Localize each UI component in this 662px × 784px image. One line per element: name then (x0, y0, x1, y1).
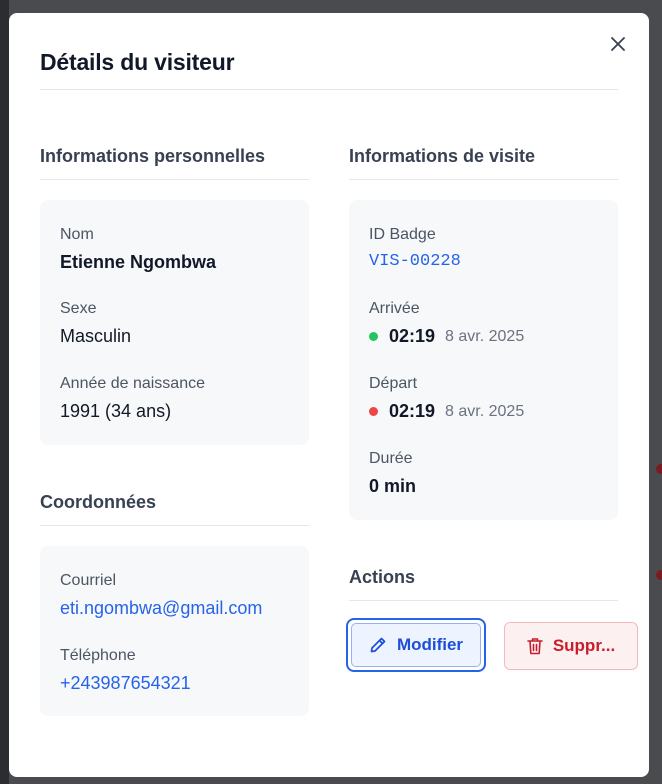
birth-year-label: Année de naissance (60, 375, 205, 392)
visitor-details-dialog: Détails du visiteur Informations personn… (9, 13, 649, 777)
pencil-icon (369, 636, 387, 654)
badge-value: VIS-00228 (369, 252, 461, 271)
visit-section-divider (349, 179, 618, 180)
name-value: Etienne Ngombwa (60, 252, 217, 272)
actions-section-title: Actions (349, 567, 416, 587)
sex-value: Masculin (60, 326, 132, 346)
backdrop-status-dot (656, 464, 662, 474)
departure-label: Départ (369, 375, 418, 392)
trash-icon (527, 637, 543, 655)
arrival-label: Arrivée (369, 300, 420, 317)
edit-button[interactable]: Modifier (346, 618, 486, 672)
edit-button-body[interactable]: Modifier (351, 623, 481, 667)
departure-time: 02:19 (389, 401, 436, 421)
personal-section-divider (40, 179, 309, 180)
email-label: Courriel (60, 572, 117, 589)
personal-section-title: Informations personnelles (40, 146, 266, 166)
edit-button-label: Modifier (396, 635, 464, 654)
badge-label: ID Badge (369, 226, 436, 243)
arrival-status-dot (369, 332, 378, 341)
arrival-time: 02:19 (389, 326, 436, 346)
arrival-date: 8 avr. 2025 (445, 327, 525, 345)
backdrop-edge-left (0, 0, 9, 784)
dialog-title: Détails du visiteur (40, 49, 235, 75)
delete-button[interactable]: Suppr... (504, 622, 638, 670)
phone-label: Téléphone (60, 647, 136, 664)
phone-link[interactable]: +243987654321 (60, 673, 191, 694)
contact-card: Courriel eti.ngombwa@gmail.com Téléphone… (40, 546, 309, 716)
delete-button-label: Suppr... (552, 636, 616, 655)
backdrop-status-dot (656, 570, 662, 580)
birth-year-value: 1991 (34 ans) (60, 401, 172, 421)
duration-value: 0 min (369, 476, 417, 496)
contact-section-title: Coordonnées (40, 492, 157, 512)
actions-section-divider (349, 600, 618, 601)
visit-section-title: Informations de visite (349, 146, 536, 166)
title-divider (40, 89, 618, 90)
duration-label: Durée (369, 450, 413, 467)
departure-date: 8 avr. 2025 (445, 402, 525, 420)
email-link[interactable]: eti.ngombwa@gmail.com (60, 598, 262, 619)
visit-info-card: ID Badge VIS-00228 Arrivée 02:19 8 avr. … (349, 200, 618, 520)
departure-status-dot (369, 407, 378, 416)
close-button[interactable] (609, 35, 627, 53)
personal-info-card: Nom Etienne Ngombwa Sexe Masculin Année … (40, 200, 309, 445)
contact-section-divider (40, 525, 309, 526)
arrival-row: 02:19 8 avr. 2025 (369, 326, 524, 347)
sex-label: Sexe (60, 300, 97, 317)
name-label: Nom (60, 226, 94, 243)
close-icon (611, 37, 625, 51)
departure-row: 02:19 8 avr. 2025 (369, 401, 524, 422)
